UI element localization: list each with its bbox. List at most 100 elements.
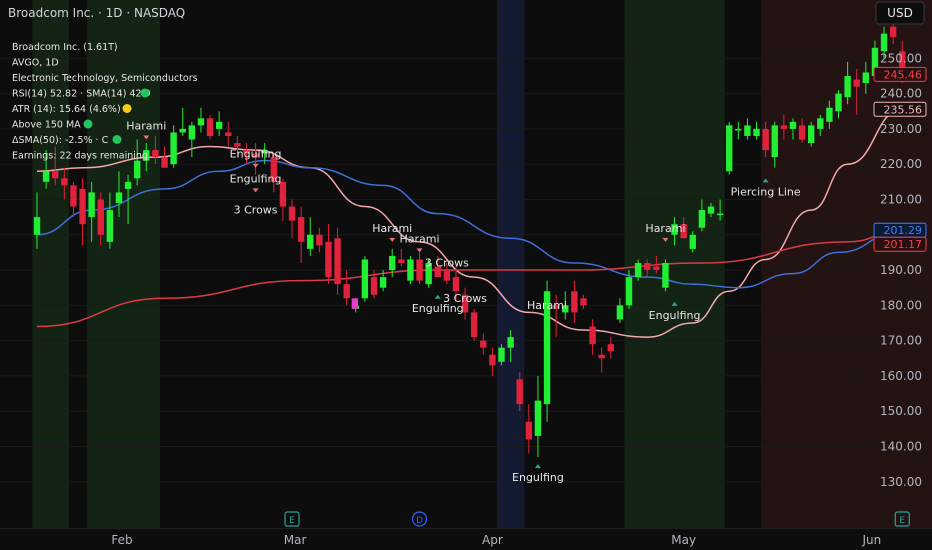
candle-body xyxy=(106,210,114,242)
currency-label[interactable]: USD xyxy=(887,6,913,20)
status-dot-icon xyxy=(83,119,93,129)
candle-body xyxy=(334,238,341,285)
candle-body xyxy=(70,185,77,207)
candle-body xyxy=(826,107,833,122)
x-tick-label: May xyxy=(671,533,696,547)
pattern-label: Piercing Line xyxy=(731,185,801,198)
candle[interactable] xyxy=(807,121,815,147)
candle-body xyxy=(170,132,177,165)
candle-body xyxy=(88,192,95,218)
pattern-label: 3 Crows xyxy=(443,292,487,305)
candle-body xyxy=(798,125,806,140)
candle-body xyxy=(443,270,451,281)
candle-body xyxy=(179,128,186,133)
candle-body xyxy=(507,337,514,348)
y-tick-label: 160.00 xyxy=(880,369,922,383)
pattern-label: Engulfing xyxy=(649,309,701,322)
chart-container: Harami Engulfing 3 Crows Engulfing Harami Har… xyxy=(0,0,932,550)
status-dot-icon xyxy=(140,88,150,98)
candle-body xyxy=(489,354,496,366)
candle-body xyxy=(452,277,460,292)
status-dot-icon xyxy=(122,104,132,113)
shaded-region xyxy=(496,0,525,528)
candle-body xyxy=(753,128,760,136)
candle-body xyxy=(389,255,396,271)
price-chart[interactable]: Harami Engulfing 3 Crows Engulfing Harami Har… xyxy=(0,0,932,550)
candle-body xyxy=(634,263,642,278)
candle-body xyxy=(188,125,196,140)
candle-body xyxy=(844,75,851,98)
price-label-text: 201.17 xyxy=(884,238,923,251)
status-dot-icon xyxy=(112,135,122,144)
candle-body xyxy=(716,213,724,216)
candle-body xyxy=(689,234,696,249)
price-label: 245.46 xyxy=(873,66,927,82)
candle-body xyxy=(571,291,578,313)
y-tick-label: 230.00 xyxy=(880,122,922,136)
candle-body xyxy=(234,143,241,147)
marker-letter: E xyxy=(289,516,295,526)
candle-body xyxy=(470,312,478,338)
candle-body xyxy=(707,206,715,214)
candle-body xyxy=(279,181,287,207)
candle-body xyxy=(735,128,742,131)
y-tick-label: 220.00 xyxy=(880,157,922,171)
candle-body xyxy=(161,157,168,168)
pattern-label: Harami xyxy=(645,222,685,235)
y-tick-label: 170.00 xyxy=(880,334,922,348)
info-line: Electronic Technology, Semiconductors xyxy=(12,73,198,84)
candle-body xyxy=(42,171,50,182)
candle-body xyxy=(325,241,332,278)
candle-body xyxy=(625,277,633,306)
candle-body xyxy=(607,344,615,352)
currency-selector[interactable]: USD xyxy=(875,1,925,25)
candle-body xyxy=(361,259,369,299)
info-line: RSI(14) 52.82 · SMA(14) 42.9 xyxy=(12,89,151,100)
candle-body xyxy=(862,72,870,84)
candle-body xyxy=(889,26,897,38)
candle-body xyxy=(33,217,41,235)
candle-body xyxy=(206,118,214,136)
candle[interactable] xyxy=(361,255,369,302)
candle[interactable] xyxy=(470,308,478,341)
candle-body xyxy=(853,79,860,87)
candle[interactable] xyxy=(206,114,214,140)
pattern-annotation: 3 Crows xyxy=(425,257,469,270)
shaded-region xyxy=(761,0,853,528)
candle-body xyxy=(225,132,232,136)
candle-body xyxy=(297,217,305,242)
candle-body xyxy=(498,347,505,362)
y-tick-label: 240.00 xyxy=(880,87,922,101)
candle-body xyxy=(370,277,378,295)
pattern-label: Engulfing xyxy=(230,148,282,161)
candle-body xyxy=(288,206,296,221)
info-line: Broadcom Inc. (1.61T) xyxy=(12,42,118,53)
candle-highlight[interactable] xyxy=(351,298,359,309)
pattern-label: Harami xyxy=(527,299,567,312)
candle-body xyxy=(744,125,751,136)
pattern-annotation: 3 Crows xyxy=(234,204,278,217)
candle-body xyxy=(525,421,533,440)
candle[interactable] xyxy=(662,259,669,292)
price-label-text: 201.29 xyxy=(884,224,923,237)
candle-body xyxy=(762,128,769,151)
candle[interactable] xyxy=(407,255,414,285)
pattern-label: Engulfing xyxy=(512,471,564,484)
pattern-annotation: Harami xyxy=(527,299,567,312)
candle-body xyxy=(133,160,141,179)
info-line: Above 150 MA xyxy=(12,120,81,131)
candle-body xyxy=(97,199,104,235)
candle-body xyxy=(589,326,596,345)
candle-body xyxy=(616,305,624,320)
x-tick-label: Apr xyxy=(482,533,503,547)
pattern-label: Harami xyxy=(126,120,166,133)
pattern-label: 3 Crows xyxy=(425,257,469,270)
y-tick-label: 150.00 xyxy=(880,404,922,418)
candle-body xyxy=(516,379,523,405)
candle-body xyxy=(817,118,824,129)
candle[interactable] xyxy=(726,121,733,175)
pattern-label: 3 Crows xyxy=(234,204,278,217)
candle-body xyxy=(61,178,68,186)
info-line: Earnings: 22 days remaining xyxy=(12,151,148,162)
candle-body xyxy=(197,118,205,126)
